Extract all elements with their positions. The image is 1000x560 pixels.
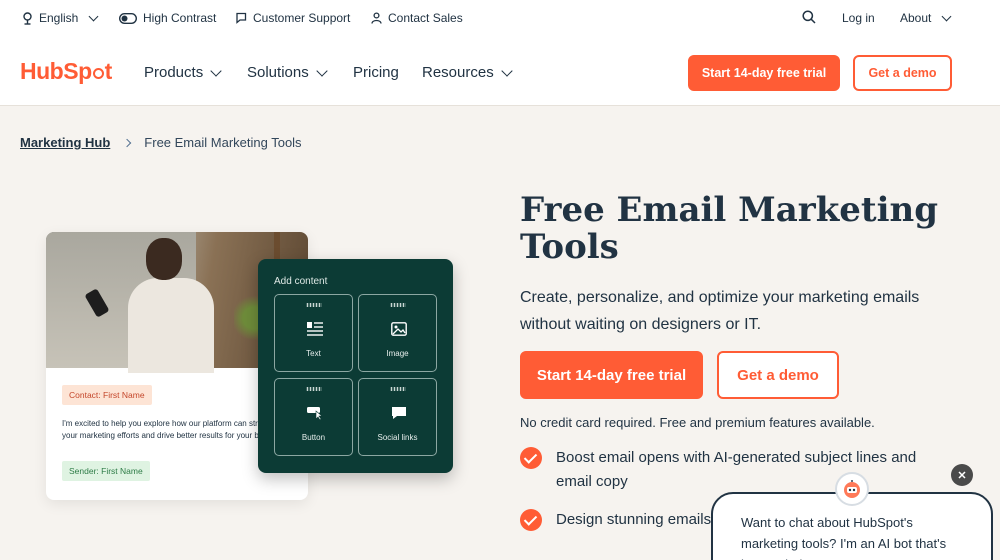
check-circle-icon xyxy=(520,509,542,531)
breadcrumb-marketing-hub[interactable]: Marketing Hub xyxy=(20,135,110,150)
nav-pricing-label: Pricing xyxy=(353,64,399,81)
add-content-title: Add content xyxy=(274,276,328,287)
chat-icon xyxy=(236,12,247,24)
contact-sales-link[interactable]: Contact Sales xyxy=(371,11,463,25)
nav-resources[interactable]: Resources xyxy=(422,64,513,81)
nav-solutions-label: Solutions xyxy=(247,64,309,81)
drag-handle-icon xyxy=(306,387,322,391)
contact-sales-label: Contact Sales xyxy=(388,11,463,25)
search-icon xyxy=(802,10,816,24)
nav-get-demo-button[interactable]: Get a demo xyxy=(853,55,952,91)
text-icon xyxy=(307,322,323,336)
add-social-links-label: Social links xyxy=(377,433,418,442)
logo-text-t: t xyxy=(104,58,113,84)
breadcrumb: Marketing Hub Free Email Marketing Tools xyxy=(20,135,302,150)
hubspot-logo[interactable]: Hub Spt xyxy=(20,58,112,85)
image-icon xyxy=(391,322,407,336)
feature-text: Boost email opens with AI-generated subj… xyxy=(556,449,917,490)
globe-icon xyxy=(23,11,32,25)
breadcrumb-current: Free Email Marketing Tools xyxy=(144,135,302,150)
chevron-right-icon xyxy=(123,138,132,147)
sprocket-icon xyxy=(92,68,104,79)
login-link[interactable]: Log in xyxy=(842,11,875,25)
add-text-tile: Text xyxy=(274,294,353,372)
speech-bubble-icon xyxy=(392,407,406,419)
add-image-label: Image xyxy=(386,349,409,358)
add-content-panel: Add content Text Image Button Social lin… xyxy=(258,259,453,473)
hero-get-demo-button[interactable]: Get a demo xyxy=(717,351,839,399)
hero-subtitle: Create, personalize, and optimize your m… xyxy=(520,289,920,333)
toggle-icon xyxy=(119,12,137,24)
feature-item: Boost email opens with AI-generated subj… xyxy=(520,446,950,494)
search-button[interactable] xyxy=(802,10,816,24)
about-menu[interactable]: About xyxy=(900,11,952,25)
add-button-label: Button xyxy=(301,433,326,442)
main-navigation: Hub Spt Products Solutions Pricing Resou… xyxy=(0,36,1000,106)
add-social-links-tile: Social links xyxy=(358,378,437,456)
robot-icon xyxy=(844,480,860,498)
hero-start-trial-button[interactable]: Start 14-day free trial xyxy=(520,351,703,399)
add-text-label: Text xyxy=(306,349,321,358)
chevron-down-icon xyxy=(88,11,99,21)
drag-handle-icon xyxy=(390,387,406,391)
nav-start-trial-button[interactable]: Start 14-day free trial xyxy=(688,55,840,91)
chevron-down-icon xyxy=(501,64,513,77)
nav-solutions[interactable]: Solutions xyxy=(247,64,328,81)
nav-products-label: Products xyxy=(144,64,204,81)
add-button-tile: Button xyxy=(274,378,353,456)
utility-bar: English High Contrast Customer Support C… xyxy=(0,0,1000,36)
chevron-down-icon xyxy=(210,64,222,77)
check-circle-icon xyxy=(520,447,542,469)
logo-text-p: p xyxy=(78,58,92,84)
high-contrast-toggle[interactable]: High Contrast xyxy=(119,11,216,25)
logo-text-hub: Hub xyxy=(20,58,64,84)
chat-close-button[interactable] xyxy=(951,464,973,486)
sender-personalization-token: Sender: First Name xyxy=(62,461,150,481)
chatbot-avatar xyxy=(835,472,869,506)
page-title: Free Email Marketing Tools xyxy=(520,190,939,267)
high-contrast-label: High Contrast xyxy=(143,11,217,25)
nav-pricing[interactable]: Pricing xyxy=(353,64,399,81)
chevron-down-icon xyxy=(941,11,952,21)
customer-support-link[interactable]: Customer Support xyxy=(235,11,350,25)
language-label: English xyxy=(39,11,79,25)
chat-message: Want to chat about HubSpot's marketing t… xyxy=(741,515,947,560)
nav-products[interactable]: Products xyxy=(144,64,222,81)
nav-resources-label: Resources xyxy=(422,64,494,81)
add-image-tile: Image xyxy=(358,294,437,372)
cursor-button-icon xyxy=(307,407,323,420)
chevron-down-icon xyxy=(316,64,328,77)
customer-support-label: Customer Support xyxy=(253,11,351,25)
drag-handle-icon xyxy=(390,303,406,307)
drag-handle-icon xyxy=(306,303,322,307)
close-icon xyxy=(958,471,966,479)
language-selector[interactable]: English xyxy=(22,11,99,25)
no-credit-card-note: No credit card required. Free and premiu… xyxy=(520,415,875,430)
about-label: About xyxy=(900,11,932,25)
person-icon xyxy=(371,12,382,24)
contact-personalization-token: Contact: First Name xyxy=(62,385,152,405)
